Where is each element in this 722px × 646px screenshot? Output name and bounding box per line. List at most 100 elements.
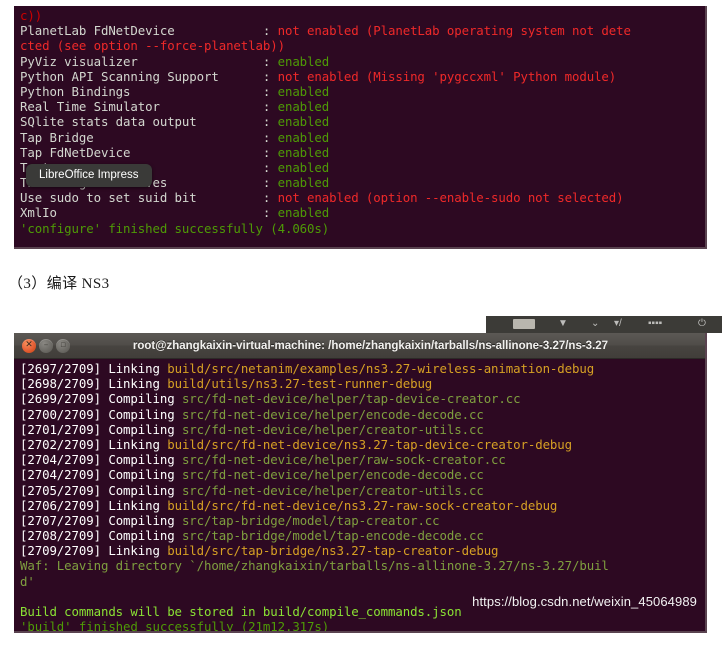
build-segment: build/src/tap-bridge/ns3.27-tap-creator-… bbox=[167, 543, 499, 559]
configure-segment: enabled bbox=[277, 144, 330, 160]
configure-line: Python Bindings : enabled bbox=[20, 84, 705, 99]
configure-line: Real Time Simulator : enabled bbox=[20, 99, 705, 114]
build-segment: Linking bbox=[108, 436, 168, 452]
window-controls: ✕ – ▫ bbox=[22, 338, 70, 353]
build-segment: d' bbox=[20, 573, 35, 589]
configure-segment: enabled bbox=[277, 159, 330, 175]
configure-line: c)) bbox=[20, 8, 705, 23]
configure-line: PlanetLab FdNetDevice : not enabled (Pla… bbox=[20, 23, 705, 38]
configure-line: Tap Bridge : enabled bbox=[20, 130, 705, 145]
build-line: [2700/2709] Compiling src/fd-net-device/… bbox=[20, 407, 705, 422]
watermark-text: https://blog.csdn.net/weixin_45064989 bbox=[472, 594, 697, 609]
configure-segment: enabled bbox=[277, 114, 330, 130]
section-caption: （3）编译 NS3 bbox=[8, 272, 110, 293]
close-icon: ✕ bbox=[25, 340, 33, 350]
window-titlebar[interactable]: ✕ – ▫ root@zhangkaixin-virtual-machine: … bbox=[14, 333, 705, 359]
build-segment: src/fd-net-device/helper/creator-utils.c… bbox=[181, 482, 484, 498]
build-segment: src/fd-net-device/helper/raw-sock-creato… bbox=[181, 452, 506, 468]
configure-line: XmlIo : enabled bbox=[20, 205, 705, 220]
build-line: [2702/2709] Linking build/src/fd-net-dev… bbox=[20, 437, 705, 452]
build-segment: [2697/2709] bbox=[20, 361, 109, 376]
build-output-terminal-window[interactable]: ✕ – ▫ root@zhangkaixin-virtual-machine: … bbox=[14, 333, 707, 633]
keyboard-indicator-icon[interactable] bbox=[513, 319, 535, 329]
configure-segment: 'configure' finished successfully (4.060… bbox=[20, 220, 330, 236]
configure-segment: Python Bindings : bbox=[20, 83, 278, 99]
build-segment: src/fd-net-device/helper/encode-decode.c… bbox=[181, 467, 484, 483]
build-segment: [2707/2709] bbox=[20, 512, 109, 528]
battery-icon[interactable]: ▾/ bbox=[614, 318, 622, 329]
build-line: Waf: Leaving directory `/home/zhangkaixi… bbox=[20, 558, 705, 573]
configure-segment: enabled bbox=[277, 205, 330, 221]
build-line: [2708/2709] Compiling src/tap-bridge/mod… bbox=[20, 528, 705, 543]
build-segment: [2706/2709] bbox=[20, 497, 109, 513]
configure-line: 'configure' finished successfully (4.060… bbox=[20, 221, 705, 236]
build-segment: build/utils/ns3.27-test-runner-debug bbox=[167, 376, 433, 392]
build-segment: [2704/2709] bbox=[20, 467, 109, 483]
minimize-button[interactable]: – bbox=[39, 338, 53, 353]
terminal-scrollback-configure[interactable]: c)) PlanetLab FdNetDevice : not enabled (… bbox=[14, 6, 705, 238]
configure-line: Tap FdNetDevice : enabled bbox=[20, 145, 705, 160]
configure-line: PyViz visualizer : enabled bbox=[20, 54, 705, 69]
build-line: [2697/2709] Linking build/src/netanim/ex… bbox=[20, 361, 705, 376]
build-segment: [2709/2709] bbox=[20, 543, 109, 559]
network-icon[interactable]: ⌄ bbox=[591, 318, 599, 329]
configure-segment: Tap Bridge : bbox=[20, 129, 278, 145]
minimize-icon: – bbox=[43, 340, 49, 350]
build-line: 'build' finished successfully (21m12.317… bbox=[20, 619, 705, 633]
build-segment: src/tap-bridge/model/tap-creator.cc bbox=[181, 512, 440, 528]
build-segment: Compiling bbox=[108, 528, 182, 544]
build-segment: Compiling bbox=[108, 421, 182, 437]
maximize-icon: ▫ bbox=[59, 340, 67, 350]
configure-segment: enabled bbox=[277, 129, 330, 145]
configure-segment: XmlIo : bbox=[20, 205, 278, 221]
configure-segment: enabled bbox=[277, 175, 330, 191]
clock-label[interactable]: ▪▪▪▪ bbox=[648, 318, 662, 329]
build-line: [2704/2709] Compiling src/fd-net-device/… bbox=[20, 467, 705, 482]
configure-segment: not enabled (PlanetLab operating system … bbox=[277, 23, 631, 39]
build-line: [2701/2709] Compiling src/fd-net-device/… bbox=[20, 422, 705, 437]
build-segment: [2708/2709] bbox=[20, 528, 109, 544]
build-segment: [2704/2709] bbox=[20, 452, 109, 468]
build-line: [2704/2709] Compiling src/fd-net-device/… bbox=[20, 452, 705, 467]
configure-segment: Python API Scanning Support : bbox=[20, 68, 278, 84]
build-segment: [2700/2709] bbox=[20, 406, 109, 422]
watermark-url: https://blog.csdn.net/weixin_45064989 bbox=[472, 594, 697, 609]
build-line: [2709/2709] Linking build/src/tap-bridge… bbox=[20, 543, 705, 558]
build-segment: src/fd-net-device/helper/creator-utils.c… bbox=[181, 421, 484, 437]
build-segment: Linking bbox=[108, 361, 168, 376]
build-line: [2699/2709] Compiling src/fd-net-device/… bbox=[20, 391, 705, 406]
power-icon[interactable]: ⏻ bbox=[698, 318, 706, 329]
build-segment: Linking bbox=[108, 376, 168, 392]
build-segment: src/fd-net-device/helper/tap-device-crea… bbox=[181, 391, 521, 407]
close-button[interactable]: ✕ bbox=[22, 338, 36, 353]
configure-segment: c)) bbox=[20, 8, 43, 23]
configure-line: SQlite stats data output : enabled bbox=[20, 114, 705, 129]
configure-segment: enabled bbox=[277, 99, 330, 115]
configure-segment: PlanetLab FdNetDevice : bbox=[20, 23, 278, 39]
build-segment: [2701/2709] bbox=[20, 421, 109, 437]
configure-line: Python API Scanning Support : not enable… bbox=[20, 69, 705, 84]
build-segment: [2705/2709] bbox=[20, 482, 109, 498]
configure-line: cted (see option --force-planetlab)) bbox=[20, 38, 705, 53]
build-segment: [2699/2709] bbox=[20, 391, 109, 407]
build-segment: 'build' finished successfully (21m12.317… bbox=[20, 619, 330, 633]
desktop-top-panel-fragment[interactable]: ▼ ⌄ ▾/ ▪▪▪▪ ⏻ bbox=[486, 316, 722, 333]
build-segment: Compiling bbox=[108, 467, 182, 483]
build-segment: Compiling bbox=[108, 391, 182, 407]
maximize-button[interactable]: ▫ bbox=[56, 338, 70, 353]
libreoffice-impress-tooltip: LibreOffice Impress bbox=[26, 164, 152, 187]
volume-icon[interactable]: ▼ bbox=[558, 318, 568, 329]
terminal-scrollback-build[interactable]: [2697/2709] Linking build/src/netanim/ex… bbox=[14, 359, 705, 633]
configure-segment: enabled bbox=[277, 83, 330, 99]
build-segment: Linking bbox=[108, 543, 168, 559]
build-segment: build/src/netanim/examples/ns3.27-wirele… bbox=[167, 361, 595, 376]
build-segment: Linking bbox=[108, 497, 168, 513]
build-line: [2707/2709] Compiling src/tap-bridge/mod… bbox=[20, 513, 705, 528]
configure-segment: Real Time Simulator : bbox=[20, 99, 278, 115]
configure-output-terminal[interactable]: c)) PlanetLab FdNetDevice : not enabled (… bbox=[14, 6, 707, 249]
configure-segment: enabled bbox=[277, 53, 330, 69]
build-segment: src/fd-net-device/helper/encode-decode.c… bbox=[181, 406, 484, 422]
build-segment: Compiling bbox=[108, 482, 182, 498]
configure-segment: not enabled (Missing 'pygccxml' Python m… bbox=[277, 68, 617, 84]
configure-segment: Use sudo to set suid bit : bbox=[20, 190, 278, 206]
